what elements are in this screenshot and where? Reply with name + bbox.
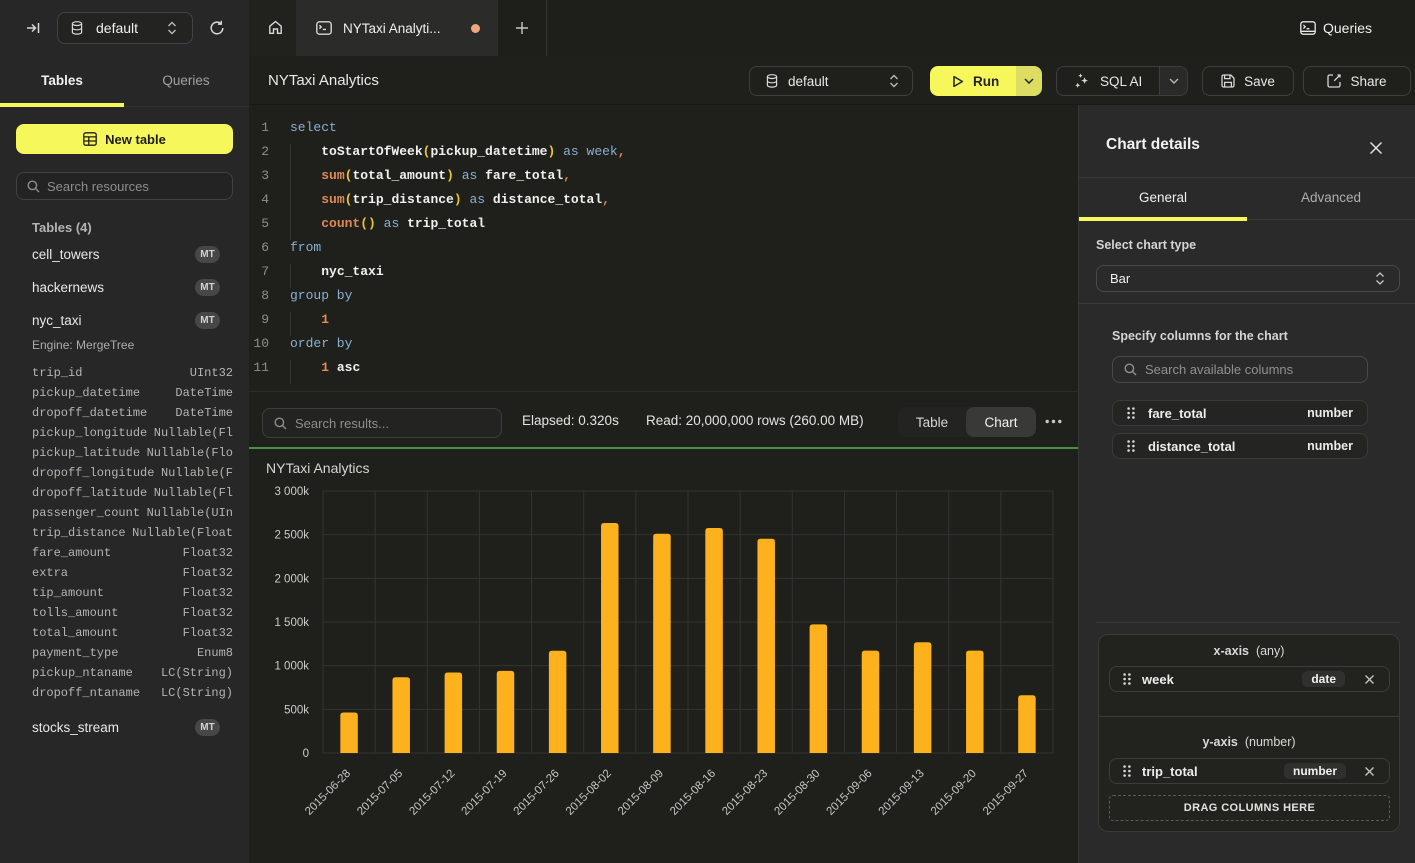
svg-text:2 500k: 2 500k [274,530,309,542]
svg-text:2015-08-16: 2015-08-16 [668,768,718,818]
svg-text:0: 0 [303,748,309,760]
svg-text:2015-08-23: 2015-08-23 [720,768,770,818]
svg-text:2 000k: 2 000k [274,573,309,585]
svg-text:2015-09-20: 2015-09-20 [929,768,979,818]
svg-text:2015-07-05: 2015-07-05 [355,768,405,818]
svg-text:2015-06-28: 2015-06-28 [303,768,353,818]
svg-text:2015-08-02: 2015-08-02 [564,768,614,818]
svg-text:3 000k: 3 000k [274,486,309,498]
svg-text:1 500k: 1 500k [274,617,309,629]
svg-text:2015-07-12: 2015-07-12 [407,768,457,818]
svg-text:2015-09-06: 2015-09-06 [825,768,875,818]
svg-text:2015-09-13: 2015-09-13 [877,768,927,818]
svg-text:2015-08-30: 2015-08-30 [772,768,822,818]
svg-text:500k: 500k [284,704,309,716]
svg-text:1 000k: 1 000k [274,661,309,673]
svg-text:2015-08-09: 2015-08-09 [616,768,666,818]
svg-text:2015-09-27: 2015-09-27 [981,768,1031,818]
svg-text:2015-07-26: 2015-07-26 [512,768,562,818]
svg-text:NYTaxi Analytics: NYTaxi Analytics [266,460,369,476]
svg-text:2015-07-19: 2015-07-19 [460,768,510,818]
